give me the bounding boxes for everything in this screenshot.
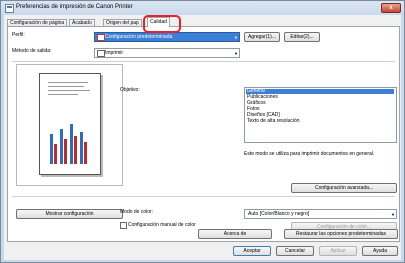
cancel-button[interactable]: Cancelar bbox=[276, 246, 314, 256]
color-mode-value: Auto [Color/Blanco y negro] bbox=[248, 211, 310, 217]
ok-button[interactable]: Aceptar bbox=[233, 246, 271, 256]
profile-value: Configuración predeterminada bbox=[105, 34, 173, 40]
preview-chart-bar bbox=[64, 139, 67, 164]
close-button[interactable]: x bbox=[381, 3, 401, 13]
profile-label: Perfil: bbox=[12, 32, 25, 38]
divider bbox=[12, 196, 395, 197]
advanced-settings-button[interactable]: Configuración avanzada... bbox=[291, 183, 397, 193]
objective-list[interactable]: General Publicaciones Gráficos Fotos Dis… bbox=[244, 87, 397, 143]
chevron-down-icon: ▼ bbox=[391, 212, 395, 217]
restore-defaults-button[interactable]: Restaurar las opciones predeterminadas bbox=[284, 229, 398, 239]
title-bar: Preferencias de impresión de Canon Print… bbox=[1, 1, 404, 14]
show-settings-button[interactable]: Mostrar configuración bbox=[16, 209, 123, 219]
dialog-client: Configuración de página Acabado Origen d… bbox=[4, 15, 401, 260]
chevron-down-icon: ▼ bbox=[234, 51, 238, 56]
objective-description: Este modo se utiliza para imprimir docum… bbox=[244, 151, 375, 157]
objective-item-graphics[interactable]: Gráficos bbox=[246, 101, 394, 106]
print-preview bbox=[16, 64, 123, 186]
output-method-label: Método de salida: bbox=[12, 48, 52, 54]
color-mode-label: Modo de color: bbox=[120, 209, 154, 215]
output-method-select[interactable]: Imprimir ▼ bbox=[94, 48, 240, 58]
preview-text-line bbox=[48, 86, 84, 87]
preview-text-line bbox=[48, 94, 78, 95]
dialog-window: Preferencias de impresión de Canon Print… bbox=[0, 0, 405, 263]
manual-color-checkbox[interactable] bbox=[120, 222, 127, 229]
about-button[interactable]: Acerca de bbox=[198, 229, 272, 239]
output-method-value: Imprimir bbox=[105, 50, 124, 56]
chevron-down-icon: ▼ bbox=[234, 35, 238, 40]
objective-item-high-res-text[interactable]: Texto de alta resolución bbox=[246, 119, 394, 124]
preview-chart-bar bbox=[54, 144, 57, 164]
edit-profile-button[interactable]: Editar(2)... bbox=[284, 32, 320, 42]
objective-label: Objetivo: bbox=[120, 87, 140, 93]
manual-color-label: Configuración manual de color bbox=[128, 222, 196, 228]
preview-chart-bar bbox=[80, 132, 83, 164]
help-button[interactable]: Ayuda bbox=[362, 246, 398, 256]
preview-chart-bar bbox=[84, 142, 87, 164]
window-title: Preferencias de impresión de Canon Print… bbox=[16, 4, 133, 10]
preview-chart-bar bbox=[70, 124, 73, 164]
printer-app-icon bbox=[5, 4, 14, 13]
color-mode-select[interactable]: Auto [Color/Blanco y negro] ▼ bbox=[244, 209, 397, 219]
profile-icon bbox=[97, 34, 105, 41]
preview-chart-bar bbox=[50, 134, 53, 164]
add-profile-button[interactable]: Agregar(1)... bbox=[244, 32, 280, 42]
quality-tab-highlight bbox=[143, 15, 181, 33]
preview-text-line bbox=[48, 82, 88, 83]
divider bbox=[12, 61, 395, 62]
preview-text-line bbox=[48, 90, 90, 91]
preview-chart-bar bbox=[60, 129, 63, 164]
profile-select[interactable]: Configuración predeterminada ▼ bbox=[94, 32, 240, 42]
preview-chart-bar bbox=[74, 136, 77, 164]
preview-page bbox=[39, 73, 101, 175]
apply-button[interactable]: Aplicar bbox=[319, 246, 357, 256]
printer-icon bbox=[97, 50, 105, 57]
quality-panel: Perfil: Configuración predeterminada ▼ A… bbox=[7, 26, 400, 242]
objective-item-publications[interactable]: Publicaciones bbox=[246, 95, 394, 100]
